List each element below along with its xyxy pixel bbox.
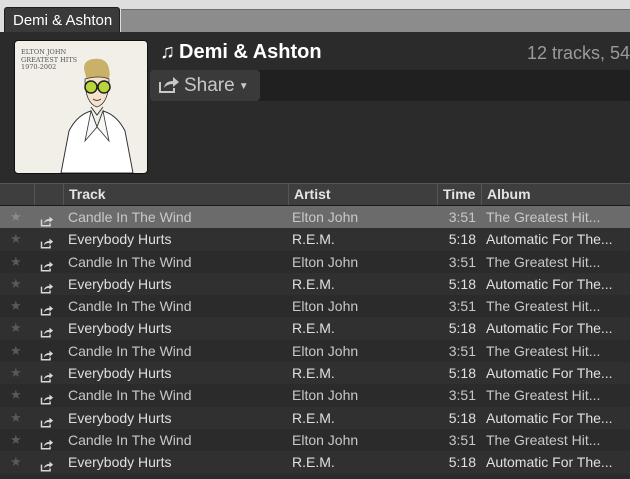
track-title: Everybody Hurts — [68, 365, 172, 382]
track-row[interactable]: ★ Everybody Hurts R.E.M. 5:18 Automatic For … — [0, 228, 630, 251]
share-button[interactable]: Share ▼ — [150, 70, 260, 101]
music-note-icon: ♫ — [160, 41, 175, 63]
playlist-title: ♫ Demi & Ashton — [160, 41, 322, 64]
playlist-header: ELTON JOHN GREATEST HITS 1970-2002 ♫ Demi… — [0, 32, 630, 181]
track-title: Candle In The Wind — [68, 342, 192, 359]
dropdown-caret-icon: ▼ — [238, 81, 249, 92]
track-title: Candle In The Wind — [68, 209, 192, 225]
cover-portrait-illustration — [60, 58, 134, 173]
track-artist[interactable]: Elton John — [292, 429, 432, 451]
track-time: 5:18 — [448, 365, 476, 382]
track-album[interactable]: The Greatest Hit... — [486, 429, 630, 451]
share-icon — [159, 77, 179, 93]
track-artist[interactable]: Elton John — [292, 384, 432, 406]
track-album[interactable]: The Greatest Hit... — [486, 340, 630, 362]
column-header-album[interactable]: Album — [481, 184, 630, 205]
track-time: 3:51 — [448, 387, 476, 404]
track-title: Everybody Hurts — [68, 409, 172, 426]
track-time: 5:18 — [448, 320, 476, 337]
track-list: ★ Candle In The Wind Elton John 3:51 The Gre… — [0, 206, 630, 474]
playlist-title-text: Demi & Ashton — [179, 41, 322, 63]
track-row[interactable]: ★ Candle In The Wind Elton John 3:51 The Gre… — [0, 340, 630, 362]
track-artist[interactable]: R.E.M. — [292, 451, 432, 473]
track-artist[interactable]: R.E.M. — [292, 273, 432, 295]
track-title: Everybody Hurts — [68, 454, 172, 471]
track-row[interactable]: ★ Everybody Hurts R.E.M. 5:18 Automatic For … — [0, 272, 630, 296]
track-album[interactable]: Automatic For The... — [486, 273, 630, 295]
track-artist[interactable]: Elton John — [292, 295, 432, 317]
track-row[interactable]: ★ Everybody Hurts R.E.M. 5:18 Automatic For … — [0, 451, 630, 474]
track-title: Candle In The Wind — [68, 387, 192, 404]
track-row[interactable]: ★ Everybody Hurts R.E.M. 5:18 Automatic For … — [0, 317, 630, 340]
tab-label: Demi & Ashton — [13, 12, 113, 29]
track-row[interactable]: ★ Candle In The Wind Elton John 3:51 The Gre… — [0, 429, 630, 451]
track-album[interactable]: The Greatest Hit... — [486, 295, 630, 317]
tab-demi-ashton[interactable]: Demi & Ashton — [4, 7, 120, 32]
track-title: Candle In The Wind — [68, 431, 192, 448]
track-title: Candle In The Wind — [68, 253, 192, 270]
tab-strip — [121, 9, 630, 33]
star-icon[interactable]: ★ — [10, 228, 22, 250]
star-icon[interactable]: ★ — [10, 317, 22, 339]
track-album[interactable]: The Greatest Hit... — [486, 384, 630, 406]
column-header-artist[interactable]: Artist — [288, 184, 432, 205]
track-artist[interactable]: R.E.M. — [292, 317, 432, 339]
track-title: Everybody Hurts — [68, 320, 172, 337]
track-artist[interactable]: Elton John — [292, 340, 432, 362]
star-icon[interactable]: ★ — [10, 295, 22, 317]
track-time: 3:51 — [448, 298, 476, 315]
star-icon[interactable]: ★ — [10, 273, 22, 295]
track-time: 5:18 — [448, 454, 476, 471]
track-album[interactable]: The Greatest Hit... — [486, 206, 630, 228]
star-icon[interactable]: ★ — [10, 251, 22, 273]
share-label: Share — [184, 75, 235, 96]
track-time: 5:18 — [448, 275, 476, 292]
star-icon[interactable]: ★ — [10, 407, 22, 429]
track-artist[interactable]: Elton John — [292, 251, 432, 273]
track-album[interactable]: Automatic For The... — [486, 362, 630, 384]
star-icon[interactable]: ★ — [10, 206, 22, 228]
track-album[interactable]: Automatic For The... — [486, 228, 630, 250]
track-title: Candle In The Wind — [68, 298, 192, 315]
track-row[interactable]: ★ Everybody Hurts R.E.M. 5:18 Automatic For … — [0, 362, 630, 385]
track-album[interactable]: Automatic For The... — [486, 451, 630, 473]
star-icon[interactable]: ★ — [10, 384, 22, 406]
star-icon[interactable]: ★ — [10, 429, 22, 451]
star-icon[interactable]: ★ — [10, 451, 22, 473]
star-icon[interactable]: ★ — [10, 362, 22, 384]
track-artist[interactable]: R.E.M. — [292, 228, 432, 250]
track-time: 3:51 — [448, 253, 476, 270]
track-time: 3:51 — [448, 209, 476, 225]
track-artist[interactable]: Elton John — [292, 206, 432, 228]
column-header-star[interactable] — [0, 184, 34, 205]
track-album[interactable]: Automatic For The... — [486, 317, 630, 339]
track-row[interactable]: ★ Candle In The Wind Elton John 3:51 The Gre… — [0, 384, 630, 406]
share-icon[interactable] — [40, 456, 54, 478]
track-count: 12 tracks, 54 — [526, 43, 630, 63]
column-header-share[interactable] — [34, 184, 63, 205]
track-title: Everybody Hurts — [68, 231, 172, 248]
column-header-track[interactable]: Track — [63, 184, 288, 205]
track-time: 5:18 — [448, 409, 476, 426]
track-time: 3:51 — [448, 342, 476, 359]
track-artist[interactable]: R.E.M. — [292, 362, 432, 384]
track-time: 5:18 — [448, 231, 476, 248]
star-icon[interactable]: ★ — [10, 340, 22, 362]
track-row[interactable]: ★ Candle In The Wind Elton John 3:51 The Gre… — [0, 206, 630, 229]
track-time: 3:51 — [448, 431, 476, 448]
share-toolbar: Share ▼ — [150, 70, 630, 101]
track-row[interactable]: ★ Everybody Hurts R.E.M. 5:18 Automatic For … — [0, 406, 630, 429]
track-album[interactable]: The Greatest Hit... — [486, 251, 630, 273]
track-title: Everybody Hurts — [68, 275, 172, 292]
track-album[interactable]: Automatic For The... — [486, 407, 630, 429]
track-artist[interactable]: R.E.M. — [292, 407, 432, 429]
column-header-bar: Track Artist Time Album — [0, 183, 630, 206]
album-cover[interactable]: ELTON JOHN GREATEST HITS 1970-2002 — [14, 40, 148, 174]
tab-bar: Demi & Ashton — [0, 0, 630, 33]
track-row[interactable]: ★ Candle In The Wind Elton John 3:51 The Gre… — [0, 251, 630, 273]
column-header-time[interactable]: Time — [437, 184, 481, 205]
track-row[interactable]: ★ Candle In The Wind Elton John 3:51 The Gre… — [0, 295, 630, 317]
